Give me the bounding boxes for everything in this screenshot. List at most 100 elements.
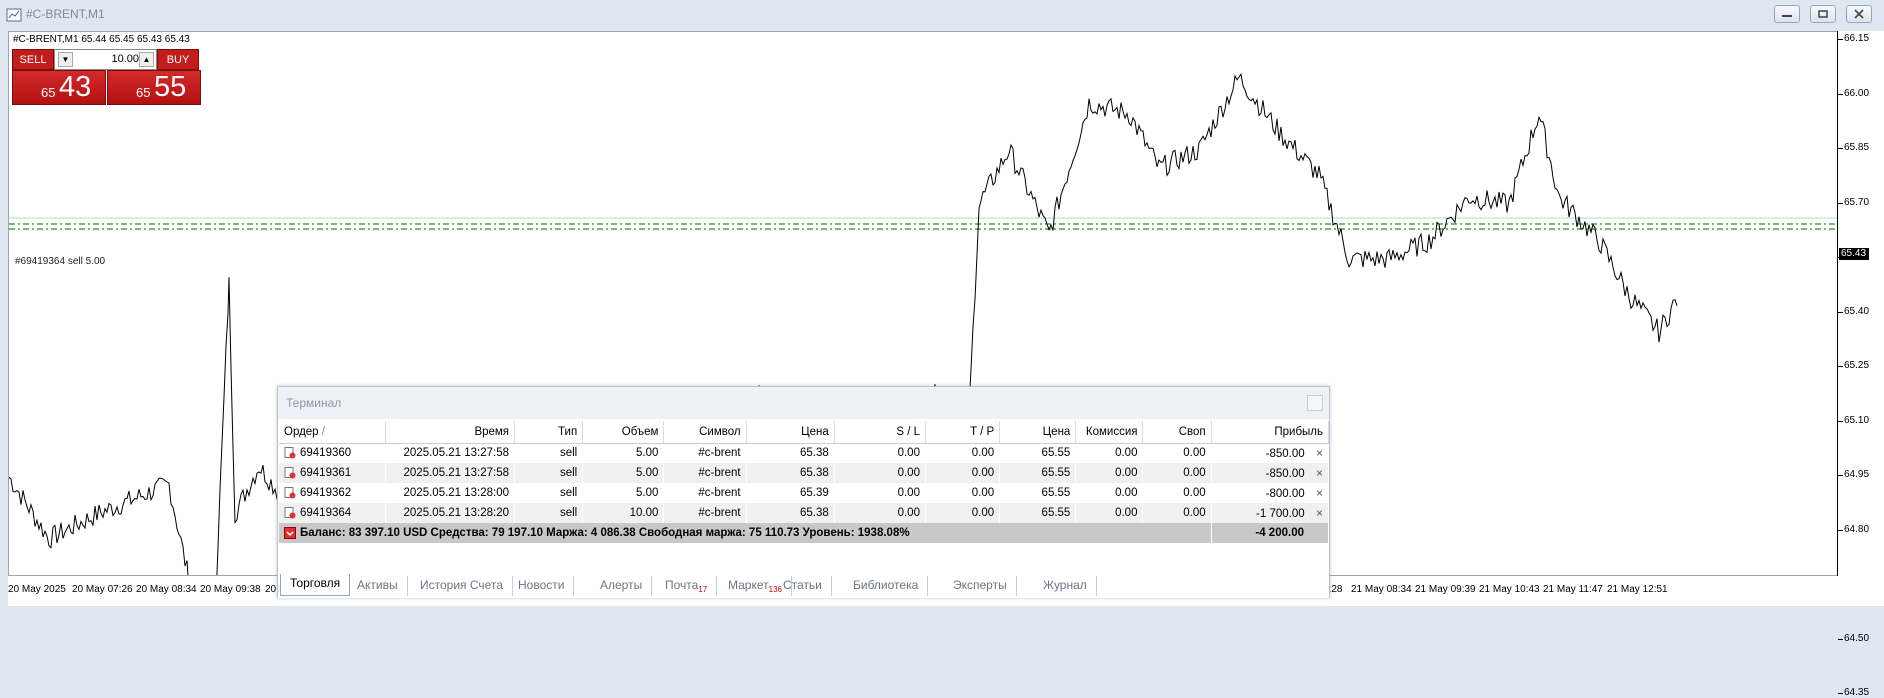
cell-type: sell bbox=[514, 503, 584, 523]
restore-button[interactable] bbox=[1810, 5, 1836, 23]
profit-value: -850.00 bbox=[1265, 468, 1305, 480]
price-tick bbox=[1838, 475, 1843, 476]
lot-size-field[interactable]: ▼ 10.00 ▲ bbox=[54, 49, 157, 70]
price-tick-label: 65.10 bbox=[1844, 414, 1870, 426]
time-tick-label: 21 May 11:47 bbox=[1543, 584, 1603, 595]
sell-price-box[interactable]: 65 43 bbox=[12, 70, 106, 105]
order-id: 69419360 bbox=[300, 447, 352, 460]
tab-label: Активы bbox=[357, 578, 398, 592]
buy-price-pips: 55 bbox=[154, 71, 187, 103]
terminal-panel: Терминал Ордер / Время Тип Объем Символ Цена S… bbox=[277, 386, 1330, 598]
close-order-icon[interactable]: × bbox=[1313, 506, 1323, 520]
time-tick-label: 21 May 12:51 bbox=[1607, 584, 1668, 595]
table-row[interactable]: 69419362 2025.05.21 13:28:00 sell 5.00 #c-br… bbox=[279, 483, 1330, 503]
close-order-icon[interactable]: × bbox=[1313, 486, 1323, 500]
buy-price-box[interactable]: 65 55 bbox=[107, 70, 201, 105]
price-tick bbox=[1838, 420, 1843, 422]
column-header[interactable]: Ордер / bbox=[279, 421, 386, 444]
cell-type: sell bbox=[514, 483, 584, 503]
symbol-info-line: #C-BRENT,M1 65.44 65.45 65.43 65.43 bbox=[13, 34, 190, 45]
cell-order: 69419364 bbox=[279, 503, 386, 523]
cell-price: 65.38 bbox=[746, 503, 835, 523]
sell-price-pips: 43 bbox=[59, 71, 92, 103]
close-window-button[interactable] bbox=[1846, 5, 1872, 23]
time-tick-label: 20 bbox=[265, 584, 277, 595]
tab-9[interactable]: Библиотека bbox=[844, 576, 929, 596]
column-header[interactable]: Своп bbox=[1142, 421, 1212, 444]
column-header[interactable]: T / P bbox=[925, 421, 1001, 444]
close-order-icon[interactable]: × bbox=[1313, 466, 1323, 480]
minimize-button[interactable] bbox=[1774, 5, 1800, 23]
lot-size-value[interactable]: 10.00 bbox=[75, 53, 139, 65]
order-line-label: #69419364 sell 5.00 bbox=[15, 256, 106, 267]
tab-label: Библиотека bbox=[853, 578, 919, 592]
column-header[interactable]: S / L bbox=[834, 421, 926, 444]
price-tick-label: 65.70 bbox=[1844, 196, 1870, 208]
sell-order-icon bbox=[284, 447, 296, 459]
tab-label: Журнал bbox=[1043, 578, 1087, 592]
time-tick-label: 21 May 08:34 bbox=[1351, 584, 1412, 595]
lot-increase-icon[interactable]: ▲ bbox=[139, 52, 154, 67]
order-id: 69419362 bbox=[300, 487, 352, 500]
order-id: 69419364 bbox=[300, 507, 352, 520]
column-header[interactable]: Прибыль bbox=[1211, 421, 1330, 444]
column-header[interactable]: Цена bbox=[999, 421, 1077, 444]
chart-window-icon bbox=[6, 8, 22, 22]
tab-3[interactable]: История Счета bbox=[411, 576, 513, 596]
column-header[interactable]: Объем bbox=[582, 421, 665, 444]
cell-symbol: #c-brent bbox=[663, 443, 747, 463]
cell-symbol: #c-brent bbox=[663, 483, 747, 503]
table-row[interactable]: 69419360 2025.05.21 13:27:58 sell 5.00 #c-br… bbox=[279, 443, 1330, 463]
tab-5[interactable]: Алерты bbox=[591, 576, 653, 596]
tab-11[interactable]: Журнал bbox=[1034, 576, 1097, 596]
cell-commission: 0.00 bbox=[1075, 483, 1144, 503]
table-header: Ордер / Время Тип Объем Символ Цена S / LT / P… bbox=[279, 421, 1330, 444]
buy-button[interactable]: BUY bbox=[157, 49, 199, 70]
tab-6[interactable]: Почта17 bbox=[656, 576, 718, 596]
cell-volume: 5.00 bbox=[582, 463, 665, 483]
sell-price-prefix: 65 bbox=[41, 85, 56, 100]
price-tick-label: 64.50 bbox=[1844, 632, 1870, 644]
tab-10[interactable]: Эксперты bbox=[944, 576, 1017, 596]
time-tick-label: 20 May 08:34 bbox=[136, 584, 197, 595]
column-header[interactable]: Символ bbox=[663, 421, 747, 444]
tab-1[interactable]: Торговля bbox=[280, 574, 351, 596]
profit-value: -1 700.00 bbox=[1256, 508, 1305, 520]
sell-order-icon bbox=[284, 506, 296, 519]
restore-icon bbox=[1818, 10, 1828, 18]
lot-decrease-icon[interactable]: ▼ bbox=[58, 52, 73, 67]
tab-8[interactable]: Статьи bbox=[774, 576, 832, 596]
column-header[interactable]: Цена bbox=[746, 421, 835, 444]
table-row[interactable]: 69419364 2025.05.21 13:28:20 sell 10.00 #c-b… bbox=[279, 503, 1330, 523]
tab-label: Статьи bbox=[783, 578, 822, 592]
cell-volume: 5.00 bbox=[582, 443, 665, 463]
cell-time: 2025.05.21 13:28:00 bbox=[385, 483, 516, 503]
cell-volume: 5.00 bbox=[582, 483, 665, 503]
price-tick-label: 65.25 bbox=[1844, 360, 1870, 371]
tab-4[interactable]: Новости bbox=[509, 576, 575, 596]
terminal-close-button[interactable] bbox=[1307, 395, 1323, 411]
close-order-icon[interactable]: × bbox=[1313, 446, 1323, 460]
price-tick bbox=[1838, 366, 1843, 367]
price-tick-label: 65.85 bbox=[1844, 142, 1870, 153]
price-tick bbox=[1838, 638, 1843, 640]
cell-type: sell bbox=[514, 463, 584, 483]
cell-profit: -1 700.00 × bbox=[1211, 503, 1330, 523]
column-header[interactable]: Тип bbox=[514, 421, 584, 444]
table-row[interactable]: 69419361 2025.05.21 13:27:58 sell 5.00 #c-br… bbox=[279, 463, 1330, 483]
price-tick bbox=[1838, 148, 1843, 149]
cell-price2: 65.55 bbox=[999, 503, 1077, 523]
cell-tp: 0.00 bbox=[925, 463, 1001, 483]
price-axis[interactable]: 66.1566.0065.8565.7065.5565.4065.2565.10… bbox=[1837, 31, 1884, 698]
column-header[interactable]: Комиссия bbox=[1075, 421, 1144, 444]
cell-commission: 0.00 bbox=[1075, 463, 1144, 483]
tab-2[interactable]: Активы bbox=[348, 576, 408, 596]
total-profit: -4 200.00 bbox=[1211, 523, 1330, 543]
time-tick-label: 20 May 07:26 bbox=[72, 584, 133, 595]
balance-text: Баланс: 83 397.10 USD Средства: 79 197.1… bbox=[300, 527, 910, 540]
window-titlebar: #C-BRENT,M1 bbox=[0, 0, 1884, 30]
cell-time: 2025.05.21 13:28:20 bbox=[385, 503, 516, 523]
cell-time: 2025.05.21 13:27:58 bbox=[385, 463, 516, 483]
sell-button[interactable]: SELL bbox=[12, 49, 54, 70]
column-header[interactable]: Время bbox=[385, 421, 516, 444]
